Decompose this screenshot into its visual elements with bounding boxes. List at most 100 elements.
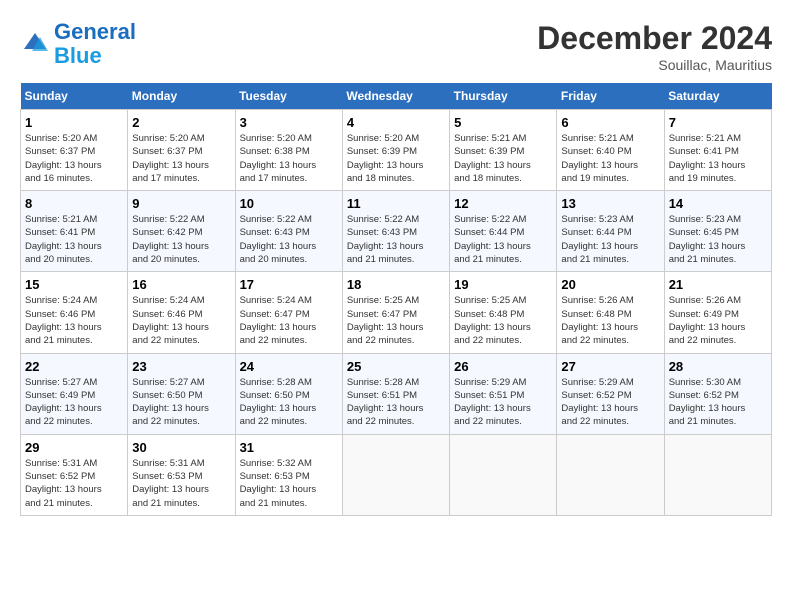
col-tuesday: Tuesday [235, 83, 342, 110]
day-number: 10 [240, 196, 338, 211]
table-row: 16 Sunrise: 5:24 AM Sunset: 6:46 PM Dayli… [128, 272, 235, 353]
col-thursday: Thursday [450, 83, 557, 110]
day-number: 5 [454, 115, 552, 130]
table-row: 17 Sunrise: 5:24 AM Sunset: 6:47 PM Dayli… [235, 272, 342, 353]
table-row: 28 Sunrise: 5:30 AM Sunset: 6:52 PM Dayli… [664, 353, 771, 434]
table-row: 21 Sunrise: 5:26 AM Sunset: 6:49 PM Dayli… [664, 272, 771, 353]
table-row: 15Sunrise: 5:24 AM Sunset: 6:46 PM Dayli… [21, 272, 128, 353]
day-info: Sunrise: 5:27 AM Sunset: 6:49 PM Dayligh… [25, 376, 123, 429]
day-number: 20 [561, 277, 659, 292]
day-number: 8 [25, 196, 123, 211]
col-friday: Friday [557, 83, 664, 110]
table-row: 23 Sunrise: 5:27 AM Sunset: 6:50 PM Dayli… [128, 353, 235, 434]
table-row: 1 Sunrise: 5:20 AM Sunset: 6:37 PM Daylig… [21, 110, 128, 191]
day-number: 22 [25, 359, 123, 374]
table-row: 25 Sunrise: 5:28 AM Sunset: 6:51 PM Dayli… [342, 353, 449, 434]
table-row: 19 Sunrise: 5:25 AM Sunset: 6:48 PM Dayli… [450, 272, 557, 353]
day-number: 23 [132, 359, 230, 374]
day-number: 6 [561, 115, 659, 130]
day-info: Sunrise: 5:23 AM Sunset: 6:44 PM Dayligh… [561, 213, 659, 266]
day-info: Sunrise: 5:21 AM Sunset: 6:40 PM Dayligh… [561, 132, 659, 185]
day-number: 27 [561, 359, 659, 374]
day-number: 12 [454, 196, 552, 211]
table-row: 8 Sunrise: 5:21 AM Sunset: 6:41 PM Daylig… [21, 191, 128, 272]
day-info: Sunrise: 5:26 AM Sunset: 6:48 PM Dayligh… [561, 294, 659, 347]
day-number: 19 [454, 277, 552, 292]
day-info: Sunrise: 5:30 AM Sunset: 6:52 PM Dayligh… [669, 376, 767, 429]
table-row: 12 Sunrise: 5:22 AM Sunset: 6:44 PM Dayli… [450, 191, 557, 272]
day-number: 2 [132, 115, 230, 130]
day-number: 14 [669, 196, 767, 211]
table-row: 31Sunrise: 5:32 AM Sunset: 6:53 PM Dayli… [235, 434, 342, 515]
day-info: Sunrise: 5:21 AM Sunset: 6:39 PM Dayligh… [454, 132, 552, 185]
table-row: 13 Sunrise: 5:23 AM Sunset: 6:44 PM Dayli… [557, 191, 664, 272]
calendar-table: Sunday Monday Tuesday Wednesday Thursday… [20, 83, 772, 516]
day-info: Sunrise: 5:28 AM Sunset: 6:50 PM Dayligh… [240, 376, 338, 429]
day-info: Sunrise: 5:31 AM Sunset: 6:52 PM Dayligh… [25, 457, 123, 510]
table-row: 18Sunrise: 5:25 AM Sunset: 6:47 PM Dayli… [342, 272, 449, 353]
day-number: 9 [132, 196, 230, 211]
day-number: 1 [25, 115, 123, 130]
day-info: Sunrise: 5:24 AM Sunset: 6:47 PM Dayligh… [240, 294, 338, 347]
table-row: 14 Sunrise: 5:23 AM Sunset: 6:45 PM Dayli… [664, 191, 771, 272]
table-row: 24 Sunrise: 5:28 AM Sunset: 6:50 PM Dayli… [235, 353, 342, 434]
day-info: Sunrise: 5:20 AM Sunset: 6:37 PM Dayligh… [132, 132, 230, 185]
table-row [664, 434, 771, 515]
table-row: 9 Sunrise: 5:22 AM Sunset: 6:42 PM Daylig… [128, 191, 235, 272]
col-saturday: Saturday [664, 83, 771, 110]
table-row [450, 434, 557, 515]
day-number: 30 [132, 440, 230, 455]
col-wednesday: Wednesday [342, 83, 449, 110]
day-info: Sunrise: 5:31 AM Sunset: 6:53 PM Dayligh… [132, 457, 230, 510]
day-number: 28 [669, 359, 767, 374]
title-section: December 2024 Souillac, Mauritius [537, 20, 772, 73]
day-info: Sunrise: 5:29 AM Sunset: 6:51 PM Dayligh… [454, 376, 552, 429]
table-row: 20 Sunrise: 5:26 AM Sunset: 6:48 PM Dayli… [557, 272, 664, 353]
day-info: Sunrise: 5:24 AM Sunset: 6:46 PM Dayligh… [132, 294, 230, 347]
day-info: Sunrise: 5:25 AM Sunset: 6:47 PM Dayligh… [347, 294, 445, 347]
day-info: Sunrise: 5:28 AM Sunset: 6:51 PM Dayligh… [347, 376, 445, 429]
day-info: Sunrise: 5:21 AM Sunset: 6:41 PM Dayligh… [669, 132, 767, 185]
day-number: 21 [669, 277, 767, 292]
table-row: 27 Sunrise: 5:29 AM Sunset: 6:52 PM Dayli… [557, 353, 664, 434]
day-info: Sunrise: 5:20 AM Sunset: 6:38 PM Dayligh… [240, 132, 338, 185]
day-number: 13 [561, 196, 659, 211]
table-row [342, 434, 449, 515]
table-row: 5 Sunrise: 5:21 AM Sunset: 6:39 PM Daylig… [450, 110, 557, 191]
day-info: Sunrise: 5:21 AM Sunset: 6:41 PM Dayligh… [25, 213, 123, 266]
day-number: 3 [240, 115, 338, 130]
day-info: Sunrise: 5:23 AM Sunset: 6:45 PM Dayligh… [669, 213, 767, 266]
day-number: 15 [25, 277, 123, 292]
day-info: Sunrise: 5:32 AM Sunset: 6:53 PM Dayligh… [240, 457, 338, 510]
day-info: Sunrise: 5:26 AM Sunset: 6:49 PM Dayligh… [669, 294, 767, 347]
day-info: Sunrise: 5:20 AM Sunset: 6:37 PM Dayligh… [25, 132, 123, 185]
day-info: Sunrise: 5:20 AM Sunset: 6:39 PM Dayligh… [347, 132, 445, 185]
day-number: 17 [240, 277, 338, 292]
month-title: December 2024 [537, 20, 772, 57]
table-row: 2 Sunrise: 5:20 AM Sunset: 6:37 PM Daylig… [128, 110, 235, 191]
day-number: 16 [132, 277, 230, 292]
day-number: 4 [347, 115, 445, 130]
table-row [557, 434, 664, 515]
day-info: Sunrise: 5:29 AM Sunset: 6:52 PM Dayligh… [561, 376, 659, 429]
logo: General Blue [20, 20, 136, 68]
table-row: 7Sunrise: 5:21 AM Sunset: 6:41 PM Daylig… [664, 110, 771, 191]
day-info: Sunrise: 5:22 AM Sunset: 6:42 PM Dayligh… [132, 213, 230, 266]
day-info: Sunrise: 5:22 AM Sunset: 6:43 PM Dayligh… [347, 213, 445, 266]
table-row: 4 Sunrise: 5:20 AM Sunset: 6:39 PM Daylig… [342, 110, 449, 191]
table-row: 30 Sunrise: 5:31 AM Sunset: 6:53 PM Dayli… [128, 434, 235, 515]
day-number: 24 [240, 359, 338, 374]
logo-text: General Blue [54, 20, 136, 68]
day-info: Sunrise: 5:27 AM Sunset: 6:50 PM Dayligh… [132, 376, 230, 429]
day-number: 25 [347, 359, 445, 374]
table-row: 11Sunrise: 5:22 AM Sunset: 6:43 PM Dayli… [342, 191, 449, 272]
day-number: 29 [25, 440, 123, 455]
page-header: General Blue December 2024 Souillac, Mau… [20, 20, 772, 73]
header-row: Sunday Monday Tuesday Wednesday Thursday… [21, 83, 772, 110]
col-sunday: Sunday [21, 83, 128, 110]
table-row: 26Sunrise: 5:29 AM Sunset: 6:51 PM Dayli… [450, 353, 557, 434]
table-row: 3 Sunrise: 5:20 AM Sunset: 6:38 PM Daylig… [235, 110, 342, 191]
day-info: Sunrise: 5:25 AM Sunset: 6:48 PM Dayligh… [454, 294, 552, 347]
location: Souillac, Mauritius [537, 57, 772, 73]
day-info: Sunrise: 5:22 AM Sunset: 6:44 PM Dayligh… [454, 213, 552, 266]
